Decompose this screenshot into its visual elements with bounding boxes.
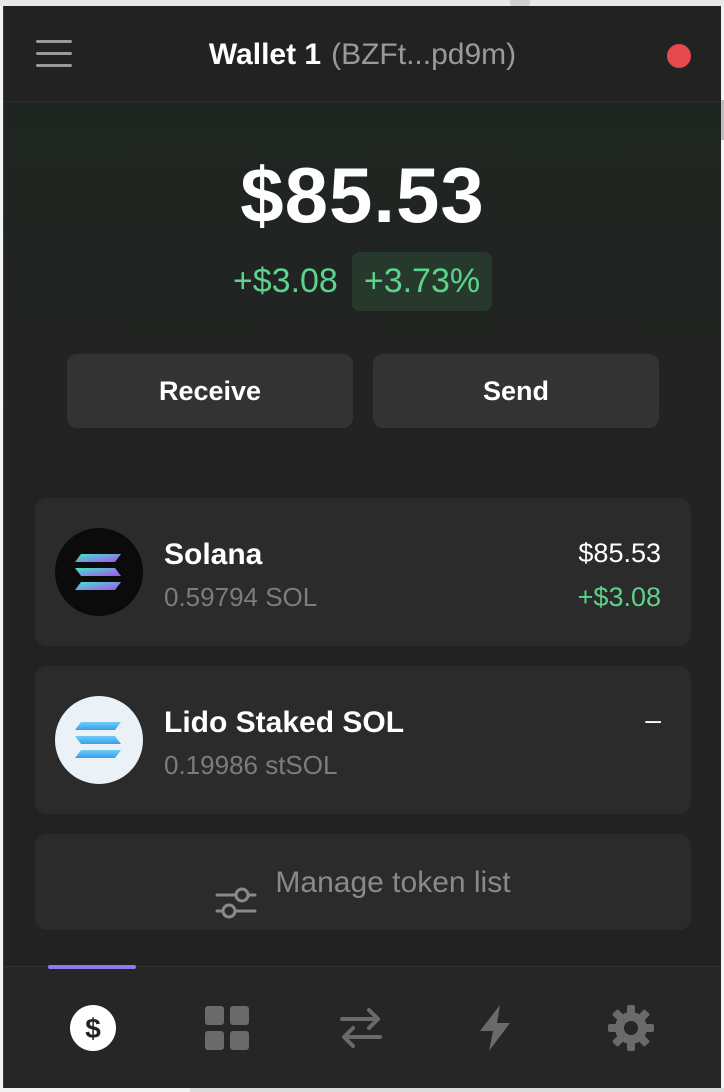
wallet-dollar-icon[interactable]: $ — [68, 1003, 118, 1053]
wallet-selector[interactable]: Wallet 1 (BZFt...pd9m) — [4, 38, 721, 72]
token-change: +$3.08 — [577, 582, 661, 612]
token-row-lido-staked-sol[interactable]: Lido Staked SOL 0.19986 stSOL – — [35, 666, 691, 814]
token-row-solana[interactable]: Solana 0.59794 SOL $85.53 +$3.08 — [35, 498, 691, 646]
manage-token-list-label: Manage token list — [275, 866, 511, 900]
connection-status-dot[interactable] — [667, 44, 691, 68]
balance-panel: $85.53 +$3.08 +3.73% Receive Send — [4, 102, 721, 492]
swap-arrows-icon[interactable] — [336, 1003, 386, 1053]
token-value: $85.53 — [578, 538, 661, 568]
svg-text:$: $ — [85, 1013, 101, 1044]
wallet-address: (BZFt...pd9m) — [331, 38, 517, 71]
gear-icon[interactable] — [606, 1003, 656, 1053]
token-name: Lido Staked SOL — [164, 706, 405, 739]
send-button[interactable]: Send — [373, 354, 659, 428]
manage-token-list-button[interactable]: Manage token list — [35, 834, 691, 930]
lido-stsol-logo-icon — [55, 696, 143, 784]
active-tab-indicator — [48, 965, 136, 969]
balance-change-row: +$3.08 +3.73% — [4, 252, 721, 311]
sliders-icon — [215, 863, 257, 919]
wallet-name: Wallet 1 — [208, 38, 322, 71]
wallet-header: Wallet 1 (BZFt...pd9m) — [4, 6, 721, 102]
bolt-icon[interactable] — [470, 1003, 520, 1053]
token-quantity: 0.19986 stSOL — [164, 750, 338, 780]
bottom-navigation: $ — [4, 965, 721, 1088]
total-balance: $85.53 — [240, 151, 485, 239]
browser-bottom-edge — [190, 1088, 724, 1092]
wallet-popup: Wallet 1 (BZFt...pd9m) $85.53 +$3.08 +3.73… — [3, 6, 721, 1088]
solana-logo-icon — [55, 528, 143, 616]
receive-button[interactable]: Receive — [67, 354, 353, 428]
apps-grid-icon[interactable] — [202, 1003, 252, 1053]
token-name: Solana — [164, 538, 263, 571]
token-value: – — [645, 704, 661, 735]
token-quantity: 0.59794 SOL — [164, 582, 318, 612]
balance-change-amount: +$3.08 — [232, 262, 338, 300]
balance-change-percent-badge: +3.73% — [351, 252, 493, 311]
